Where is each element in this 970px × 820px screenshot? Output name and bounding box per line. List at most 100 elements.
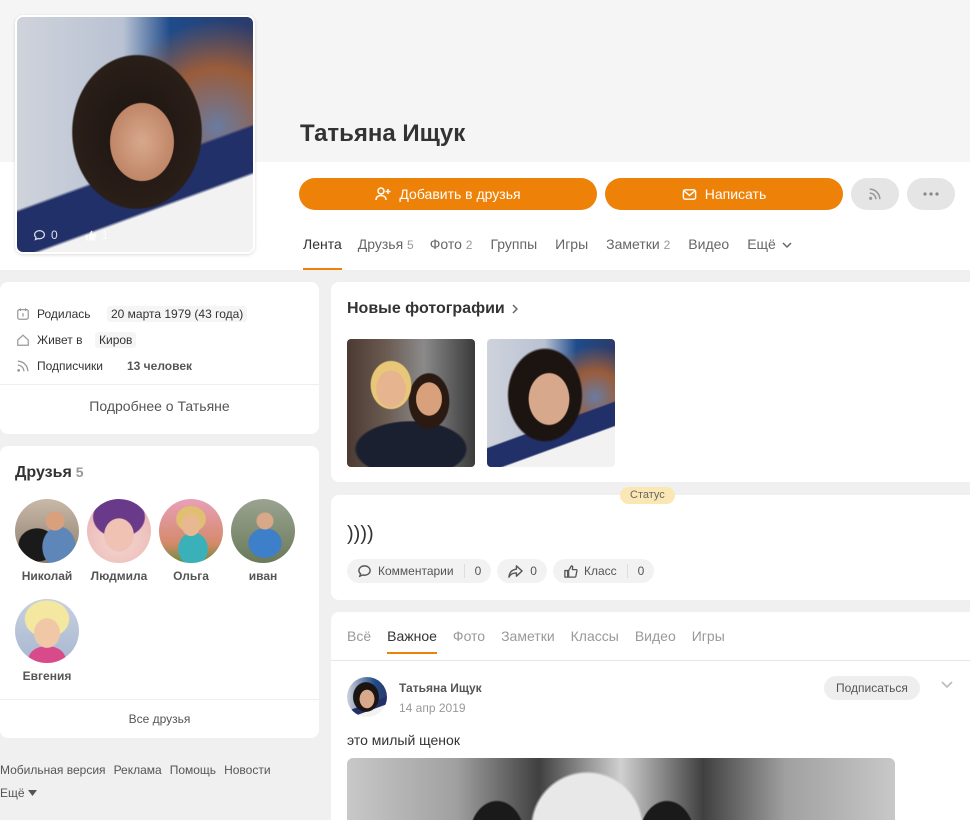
profile-avatar[interactable]: 0 1: [17, 17, 253, 252]
more-about-link[interactable]: Подробнее о Татьяне: [0, 398, 319, 414]
tab-more[interactable]: Ещё: [737, 236, 800, 270]
footer-links: Мобильная версия Реклама Помощь Новости: [0, 763, 279, 777]
info-location: Живет в Киров: [16, 327, 319, 353]
footer-more[interactable]: Ещё: [0, 786, 37, 800]
avatar-comments[interactable]: 0: [33, 228, 58, 242]
friend-name: Евгения: [22, 669, 72, 683]
tab-photos[interactable]: Фото 2: [422, 236, 481, 270]
friend-item[interactable]: Людмила: [87, 499, 151, 583]
like-icon: [564, 564, 578, 578]
location-label: Живет в: [37, 333, 83, 347]
photo-thumbnail[interactable]: [347, 339, 475, 467]
feed-tab-notes[interactable]: Заметки: [501, 628, 555, 644]
friend-name: Людмила: [90, 569, 148, 583]
comments-label: Комментарии: [378, 564, 454, 578]
footer-link-ads[interactable]: Реклама: [114, 763, 162, 777]
like-icon: [85, 230, 96, 240]
feed-tabs: Всё Важное Фото Заметки Классы Видео Игр…: [347, 628, 725, 654]
tab-groups[interactable]: Группы: [480, 236, 545, 270]
tab-count: 2: [465, 238, 473, 252]
friend-avatar[interactable]: [231, 499, 295, 563]
footer-link-mobile[interactable]: Мобильная версия: [0, 763, 106, 777]
post-image[interactable]: [347, 758, 895, 820]
rss-icon: [869, 188, 881, 200]
tab-label: Ещё: [747, 236, 776, 252]
write-message-label: Написать: [704, 186, 767, 202]
feed-tab-classes[interactable]: Классы: [571, 628, 619, 644]
all-friends-link[interactable]: Все друзья: [0, 712, 319, 726]
friend-avatar[interactable]: [159, 499, 223, 563]
friend-avatar[interactable]: [87, 499, 151, 563]
tab-feed[interactable]: Лента: [303, 236, 350, 270]
status-card: Статус )))) Комментарии 0 0 Класс 0: [331, 487, 970, 600]
mail-icon: [682, 188, 697, 200]
chevron-right-icon: [512, 304, 518, 314]
avatar-stats: 0 1: [33, 228, 108, 242]
birthday-label: Родилась: [37, 307, 91, 321]
location-value[interactable]: Киров: [95, 332, 137, 348]
friend-name: Николай: [21, 569, 73, 583]
friend-avatar[interactable]: [15, 499, 79, 563]
tab-friends[interactable]: Друзья 5: [350, 236, 422, 270]
new-photos-title-label: Новые фотографии: [347, 300, 505, 317]
post-card: Татьяна Ищук 14 апр 2019 Подписаться это…: [331, 661, 970, 820]
calendar-icon: [17, 308, 29, 320]
tab-games[interactable]: Игры: [545, 236, 596, 270]
friend-avatar[interactable]: [15, 599, 79, 663]
shares-count: 0: [530, 564, 537, 578]
feed-tab-important[interactable]: Важное: [387, 628, 437, 654]
add-friend-button[interactable]: Добавить в друзья: [299, 178, 597, 210]
write-message-button[interactable]: Написать: [605, 178, 843, 210]
feed-tab-games[interactable]: Игры: [692, 628, 725, 644]
friend-item[interactable]: иван: [231, 499, 295, 583]
subscribe-rss-button[interactable]: [851, 178, 899, 210]
subscribers-label: Подписчики: [37, 359, 104, 373]
tab-label: Фото: [429, 236, 462, 252]
home-icon: [17, 334, 29, 346]
caret-down-icon: [27, 790, 37, 796]
new-photos-title[interactable]: Новые фотографии: [347, 300, 518, 318]
footer-link-help[interactable]: Помощь: [170, 763, 216, 777]
subscribers-value[interactable]: 13 человек: [127, 359, 192, 373]
tab-count: 2: [663, 238, 671, 252]
feed-tab-all[interactable]: Всё: [347, 628, 371, 644]
status-text: )))): [347, 523, 374, 545]
profile-info-card: Родилась 20 марта 1979 (43 года) Живет в…: [0, 282, 319, 434]
status-badge: Статус: [620, 487, 675, 504]
tab-notes[interactable]: Заметки 2: [596, 236, 678, 270]
post-author-name[interactable]: Татьяна Ищук: [399, 681, 482, 695]
post-date: 14 апр 2019: [399, 701, 466, 715]
tab-label: Заметки: [606, 236, 660, 252]
new-photos-card: Новые фотографии: [331, 282, 970, 482]
status-actions: Комментарии 0 0 Класс 0: [347, 559, 655, 583]
friend-item[interactable]: Ольга: [159, 499, 223, 583]
photo-thumbnail[interactable]: [487, 339, 615, 467]
class-count: 0: [626, 564, 644, 578]
tab-label: Лента: [303, 236, 342, 252]
post-author-avatar[interactable]: [347, 677, 387, 717]
share-button[interactable]: 0: [497, 559, 547, 583]
friends-title-label: Друзья: [15, 464, 72, 481]
feed-tab-photo[interactable]: Фото: [453, 628, 485, 644]
friend-item[interactable]: Евгения: [15, 599, 79, 683]
friends-title[interactable]: Друзья 5: [15, 464, 84, 482]
subscribe-button[interactable]: Подписаться: [824, 676, 920, 700]
chevron-down-icon[interactable]: [941, 681, 953, 689]
more-actions-button[interactable]: [907, 178, 955, 210]
footer-link-news[interactable]: Новости: [224, 763, 270, 777]
ellipsis-icon: [923, 192, 939, 196]
comment-icon: [358, 564, 371, 577]
class-label: Класс: [583, 564, 617, 578]
tab-label: Группы: [490, 236, 538, 252]
class-button[interactable]: Класс 0: [552, 559, 655, 583]
friend-item[interactable]: Николай: [15, 499, 79, 583]
feed-tab-video[interactable]: Видео: [635, 628, 676, 644]
tab-video[interactable]: Видео: [678, 236, 737, 270]
add-friend-label: Добавить в друзья: [399, 186, 521, 202]
comment-icon: [34, 229, 45, 241]
profile-tabs: Лента Друзья 5 Фото 2 Группы Игры Заметк…: [303, 236, 800, 270]
comments-button[interactable]: Комментарии 0: [347, 559, 492, 583]
profile-avatar-card[interactable]: 0 1: [15, 15, 255, 254]
tab-label: Игры: [555, 236, 589, 252]
avatar-likes[interactable]: 1: [84, 228, 108, 242]
